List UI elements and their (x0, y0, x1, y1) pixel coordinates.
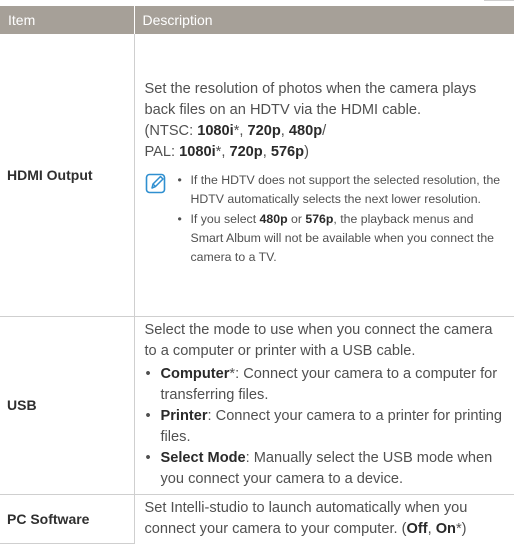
table-row-usb: USB Select the mode to use when you conn… (0, 316, 514, 495)
hdmi-description-text: Set the resolution of photos when the ca… (144, 80, 477, 118)
page-edge-line (484, 0, 514, 5)
note-pencil-icon (145, 171, 177, 268)
usb-option-printer: Printer: Connect your camera to a printe… (145, 406, 507, 448)
hdmi-ntsc-line: (NTSC: 1080i*, 720p, 480p/ (145, 121, 507, 142)
note-480p: 480p (259, 211, 288, 226)
option-label: Select Mode (160, 449, 246, 466)
ntsc-prefix: (NTSC: (144, 122, 198, 139)
note-text: If you select (190, 211, 260, 226)
pc-on: On (435, 520, 456, 537)
table-row-hdmi-output: HDMI Output Set the resolution of photos… (0, 34, 514, 317)
pc-tail: *) (455, 520, 467, 537)
hdmi-pal-line: PAL: 1080i*, 720p, 576p) (145, 142, 507, 163)
item-pc-software: PC Software (0, 494, 134, 544)
ntsc-1080i: 1080i (197, 122, 234, 139)
header-description: Description (133, 6, 514, 34)
pal-prefix: PAL: (144, 143, 180, 160)
note-list: If the HDTV does not support the selecte… (177, 171, 507, 268)
note-box: If the HDTV does not support the selecte… (145, 171, 507, 268)
note-item: If the HDTV does not support the selecte… (177, 171, 507, 209)
usb-options-list: Computer*: Connect your camera to a comp… (145, 364, 507, 490)
note-576p: 576p (305, 211, 334, 226)
usb-intro-text: Select the mode to use when you connect … (144, 321, 493, 359)
note-text: or (287, 211, 306, 226)
slash: / (322, 122, 327, 139)
pal-720p: 720p (229, 143, 263, 160)
option-label: Computer (160, 365, 230, 382)
close-paren: ) (304, 143, 309, 160)
pal-1080i: 1080i (179, 143, 216, 160)
note-item: If you select 480p or 576p, the playback… (177, 210, 507, 267)
usb-option-computer: Computer*: Connect your camera to a comp… (145, 364, 507, 406)
separator: , (262, 143, 271, 160)
ntsc-720p: 720p (247, 122, 281, 139)
usb-option-select-mode: Select Mode: Manually select the USB mod… (145, 448, 507, 490)
settings-table: Item Description HDMI Output Set the res… (0, 6, 514, 544)
description-hdmi-output: Set the resolution of photos when the ca… (133, 34, 514, 317)
separator: , (239, 122, 248, 139)
header-item: Item (0, 6, 134, 34)
table-row-pc-software: PC Software Set Intelli-studio to launch… (0, 494, 514, 544)
description-usb: Select the mode to use when you connect … (133, 316, 514, 495)
option-label: Printer (160, 407, 208, 424)
pal-576p: 576p (270, 143, 305, 160)
option-text: : Connect your camera to a printer for p… (160, 407, 503, 445)
description-pc-software: Set Intelli-studio to launch automatical… (133, 494, 514, 544)
manual-page: Item Description HDMI Output Set the res… (0, 0, 514, 544)
table-header-row: Item Description (0, 6, 514, 34)
separator: , (427, 520, 436, 537)
item-usb: USB (0, 316, 134, 495)
separator: , (280, 122, 289, 139)
ntsc-480p: 480p (288, 122, 323, 139)
pc-off: Off (406, 520, 428, 537)
item-hdmi-output: HDMI Output (0, 34, 134, 317)
